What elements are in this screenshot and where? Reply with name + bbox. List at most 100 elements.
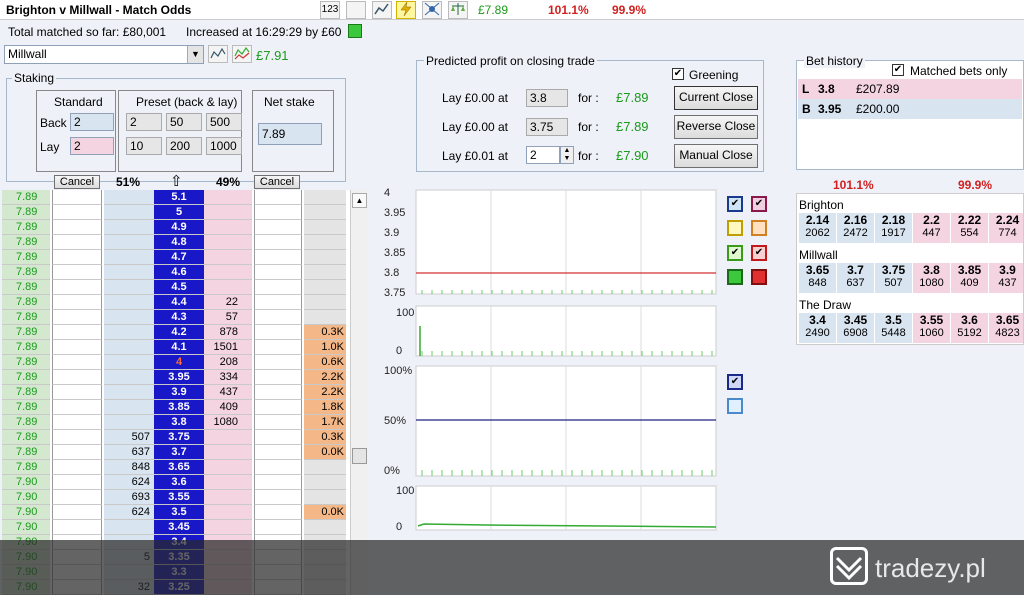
ladder-lay-click-cell[interactable] bbox=[254, 520, 302, 535]
ladder-lay-click-cell[interactable] bbox=[254, 430, 302, 445]
lay-stake-input[interactable]: 2 bbox=[70, 137, 114, 155]
back-price-cell[interactable]: 3.45 6908 bbox=[837, 313, 874, 343]
ladder-lay-click-cell[interactable] bbox=[254, 220, 302, 235]
ladder-lay-amount-cell[interactable] bbox=[204, 280, 252, 295]
ladder-lay-amount-cell[interactable] bbox=[204, 265, 252, 280]
ladder-lay-amount-cell[interactable] bbox=[204, 475, 252, 490]
ladder-lay-amount-cell[interactable] bbox=[204, 460, 252, 475]
ladder-back-click-cell[interactable] bbox=[52, 475, 102, 490]
series-checkbox-lightgreen[interactable]: ✔ bbox=[727, 245, 743, 261]
blank-icon[interactable] bbox=[346, 1, 366, 19]
runner-select[interactable]: Millwall ▼ bbox=[4, 45, 204, 64]
bet-row[interactable]: L 3.8 £207.89 bbox=[798, 79, 1022, 99]
preset-lay-1[interactable]: 10 bbox=[126, 137, 162, 155]
ladder-back-click-cell[interactable] bbox=[52, 445, 102, 460]
ladder-back-amount-cell[interactable]: 507 bbox=[104, 430, 154, 445]
back-price-cell[interactable]: 3.5 5448 bbox=[875, 313, 912, 343]
ladder-lay-click-cell[interactable] bbox=[254, 280, 302, 295]
ladder-lay-amount-cell[interactable] bbox=[204, 235, 252, 250]
lay-price-cell[interactable]: 2.22 554 bbox=[951, 213, 988, 243]
ladder-back-amount-cell[interactable] bbox=[104, 415, 154, 430]
pct-series-checkbox-2[interactable] bbox=[727, 398, 743, 414]
ladder-lay-amount-cell[interactable] bbox=[204, 190, 252, 205]
ladder-lay-amount-cell[interactable]: 334 bbox=[204, 370, 252, 385]
ladder-lay-amount-cell[interactable] bbox=[204, 220, 252, 235]
ladder-lay-amount-cell[interactable]: 878 bbox=[204, 325, 252, 340]
ladder-lay-click-cell[interactable] bbox=[254, 295, 302, 310]
ladder-lay-amount-cell[interactable] bbox=[204, 505, 252, 520]
ladder-chart-icon[interactable] bbox=[232, 45, 252, 63]
scales-icon[interactable] bbox=[448, 1, 468, 19]
ladder-lay-amount-cell[interactable]: 1080 bbox=[204, 415, 252, 430]
ladder-lay-amount-cell[interactable]: 208 bbox=[204, 355, 252, 370]
ladder-lay-click-cell[interactable] bbox=[254, 205, 302, 220]
lay-price-cell[interactable]: 3.8 1080 bbox=[913, 263, 950, 293]
ladder-back-amount-cell[interactable] bbox=[104, 385, 154, 400]
scroll-up-icon[interactable]: ▲ bbox=[352, 193, 367, 208]
ladder-back-amount-cell[interactable]: 624 bbox=[104, 475, 154, 490]
network-icon[interactable] bbox=[422, 1, 442, 19]
cancel-back-button[interactable]: Cancel bbox=[54, 175, 100, 189]
ladder-back-click-cell[interactable] bbox=[52, 310, 102, 325]
scroll-thumb[interactable] bbox=[352, 448, 367, 464]
lightning-icon[interactable] bbox=[396, 1, 416, 19]
lay-price-cell[interactable]: 3.9 437 bbox=[989, 263, 1023, 293]
ladder-back-click-cell[interactable] bbox=[52, 325, 102, 340]
preset-back-2[interactable]: 50 bbox=[166, 113, 202, 131]
ladder-back-click-cell[interactable] bbox=[52, 490, 102, 505]
ladder-back-amount-cell[interactable]: 848 bbox=[104, 460, 154, 475]
numbers-icon[interactable]: 123 bbox=[320, 1, 340, 19]
ladder-back-amount-cell[interactable] bbox=[104, 520, 154, 535]
ladder-back-click-cell[interactable] bbox=[52, 505, 102, 520]
ladder-back-click-cell[interactable] bbox=[52, 205, 102, 220]
series-swatch-red[interactable] bbox=[751, 269, 767, 285]
ladder-back-click-cell[interactable] bbox=[52, 400, 102, 415]
ladder-back-click-cell[interactable] bbox=[52, 385, 102, 400]
ladder-back-amount-cell[interactable] bbox=[104, 310, 154, 325]
ladder-back-click-cell[interactable] bbox=[52, 250, 102, 265]
ladder-lay-click-cell[interactable] bbox=[254, 445, 302, 460]
ladder-lay-click-cell[interactable] bbox=[254, 400, 302, 415]
ladder-back-click-cell[interactable] bbox=[52, 280, 102, 295]
series-checkbox-orange[interactable] bbox=[751, 220, 767, 236]
ladder-back-amount-cell[interactable] bbox=[104, 295, 154, 310]
ladder-back-amount-cell[interactable] bbox=[104, 280, 154, 295]
ladder-back-click-cell[interactable] bbox=[52, 190, 102, 205]
series-swatch-green[interactable] bbox=[727, 269, 743, 285]
manual-close-button[interactable]: Manual Close bbox=[674, 144, 758, 168]
lay-price-cell[interactable]: 3.6 5192 bbox=[951, 313, 988, 343]
preset-lay-2[interactable]: 200 bbox=[166, 137, 202, 155]
ladder-back-amount-cell[interactable] bbox=[104, 370, 154, 385]
ladder-lay-click-cell[interactable] bbox=[254, 415, 302, 430]
close-row-1-price[interactable]: 3.8 bbox=[526, 89, 568, 107]
ladder-back-amount-cell[interactable]: 637 bbox=[104, 445, 154, 460]
preset-back-1[interactable]: 2 bbox=[126, 113, 162, 131]
cancel-lay-button[interactable]: Cancel bbox=[254, 175, 300, 189]
back-price-cell[interactable]: 3.7 637 bbox=[837, 263, 874, 293]
ladder-lay-click-cell[interactable] bbox=[254, 370, 302, 385]
ladder-lay-click-cell[interactable] bbox=[254, 265, 302, 280]
ladder-back-amount-cell[interactable] bbox=[104, 235, 154, 250]
chevron-down-icon[interactable]: ▼ bbox=[187, 46, 203, 63]
ladder-back-amount-cell[interactable] bbox=[104, 250, 154, 265]
lay-price-cell[interactable]: 3.65 4823 bbox=[989, 313, 1023, 343]
bet-row[interactable]: B 3.95 £200.00 bbox=[798, 99, 1022, 119]
preset-lay-3[interactable]: 1000 bbox=[206, 137, 242, 155]
back-stake-input[interactable]: 2 bbox=[70, 113, 114, 131]
lay-price-cell[interactable]: 3.85 409 bbox=[951, 263, 988, 293]
back-price-cell[interactable]: 3.75 507 bbox=[875, 263, 912, 293]
ladder-lay-amount-cell[interactable] bbox=[204, 520, 252, 535]
ladder-lay-click-cell[interactable] bbox=[254, 490, 302, 505]
ladder-back-amount-cell[interactable] bbox=[104, 400, 154, 415]
series-checkbox-yellow[interactable] bbox=[727, 220, 743, 236]
ladder-lay-click-cell[interactable] bbox=[254, 385, 302, 400]
ladder-lay-click-cell[interactable] bbox=[254, 460, 302, 475]
ladder-lay-amount-cell[interactable] bbox=[204, 445, 252, 460]
ladder-lay-click-cell[interactable] bbox=[254, 505, 302, 520]
ladder-back-click-cell[interactable] bbox=[52, 370, 102, 385]
ladder-lay-click-cell[interactable] bbox=[254, 235, 302, 250]
net-stake-input[interactable]: 7.89 bbox=[258, 123, 322, 145]
lay-price-cell[interactable]: 3.55 1060 bbox=[913, 313, 950, 343]
back-price-cell[interactable]: 2.16 2472 bbox=[837, 213, 874, 243]
close-row-2-price[interactable]: 3.75 bbox=[526, 118, 568, 136]
